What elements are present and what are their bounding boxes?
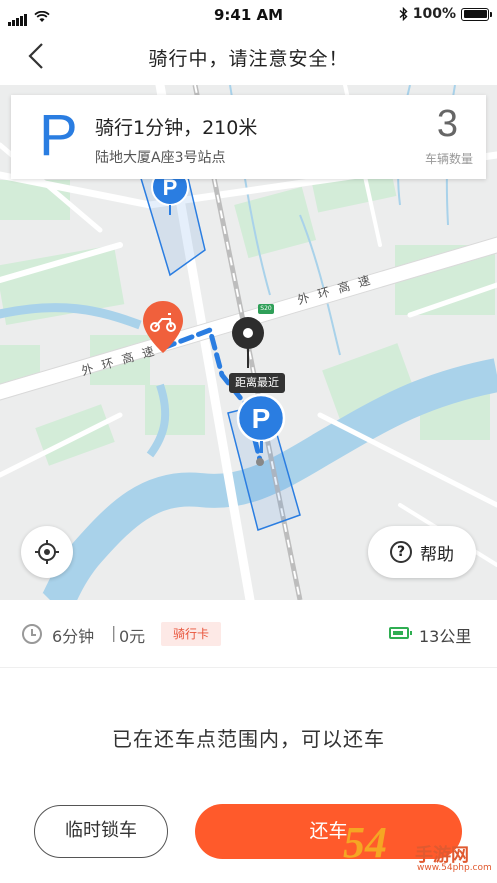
ride-card-badge[interactable]: 骑行卡 xyxy=(161,622,222,646)
locate-icon xyxy=(35,540,59,564)
nearest-tag: 距离最近 xyxy=(229,373,285,393)
bluetooth-icon xyxy=(399,7,408,21)
map-view[interactable]: P 距离最近 P 外环高速 外环高速 S20 P 骑行1分钟，210米 陆地大厦… xyxy=(0,85,497,600)
temp-lock-button[interactable]: 临时锁车 xyxy=(34,805,168,858)
trip-info: 6分钟 | 0元 骑行卡 13公里 xyxy=(0,600,497,668)
return-hint: 已在还车点范围内，可以还车 xyxy=(112,727,385,751)
parking-icon: P xyxy=(39,103,78,168)
pin-icon[interactable] xyxy=(230,315,266,371)
battery-status-icon xyxy=(461,7,492,21)
watermark-url: www.54php.com xyxy=(417,863,492,873)
station-info-card[interactable]: P 骑行1分钟，210米 陆地大厦A座3号站点 3 车辆数量 xyxy=(11,95,486,179)
station-name: 陆地大厦A座3号站点 xyxy=(95,150,226,166)
separator: | xyxy=(111,623,117,642)
battery-icon xyxy=(389,627,412,639)
trip-duration: 6分钟 xyxy=(52,627,95,646)
riding-screen: 9:41 AM 100% 骑行中，请注意安全！ P 距离最近 P 外环高速 外环… xyxy=(0,0,497,883)
status-bar: 9:41 AM 100% xyxy=(0,0,497,30)
remaining-range: 13公里 xyxy=(419,627,472,646)
svg-text:P: P xyxy=(252,403,271,434)
help-button[interactable]: ? 帮助 xyxy=(368,526,476,578)
trip-cost: 0元 xyxy=(119,627,146,646)
watermark-logo: 54 手游网 www.54php.com xyxy=(343,813,493,879)
status-right: 100% xyxy=(399,6,492,22)
vehicle-count: 3 xyxy=(436,103,458,145)
locate-button[interactable] xyxy=(21,526,73,578)
battery-percent: 100% xyxy=(412,6,456,22)
ride-summary: 骑行1分钟，210米 xyxy=(95,117,258,139)
watermark-number: 54 xyxy=(343,818,387,867)
vehicle-count-label: 车辆数量 xyxy=(424,152,473,166)
clock-icon xyxy=(22,624,42,644)
road-shield: S20 xyxy=(258,304,274,314)
help-label: 帮助 xyxy=(420,544,454,565)
nav-bar: 骑行中，请注意安全！ xyxy=(0,30,497,85)
parking-marker-main[interactable]: P xyxy=(236,393,286,453)
help-icon: ? xyxy=(390,541,412,563)
page-title: 骑行中，请注意安全！ xyxy=(148,48,349,70)
